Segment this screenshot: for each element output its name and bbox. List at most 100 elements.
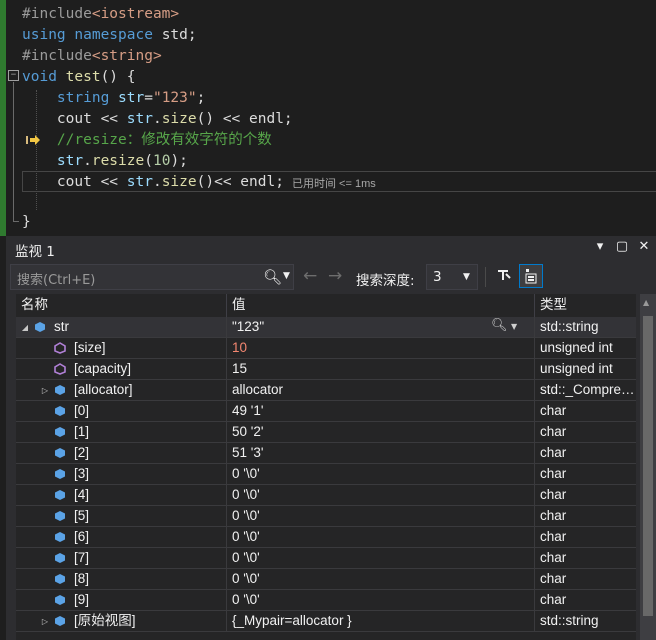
watch-name: [6] bbox=[74, 529, 90, 544]
scroll-up-icon[interactable]: ▲ bbox=[643, 298, 649, 307]
code-token: ; bbox=[196, 90, 206, 106]
code-line[interactable]: #include<string> bbox=[22, 46, 162, 67]
search-input[interactable]: 搜索(Ctrl+E) 🔍︎ ▼ bbox=[10, 264, 294, 290]
watch-name: [1] bbox=[74, 424, 90, 439]
cell-divider bbox=[226, 422, 227, 443]
cell-divider bbox=[534, 464, 535, 485]
vertical-scrollbar[interactable]: ▲ bbox=[640, 294, 656, 640]
chevron-down-icon: ▼ bbox=[463, 272, 470, 282]
search-icon[interactable]: 🔍︎ bbox=[263, 268, 282, 286]
code-line[interactable]: str.resize(10); bbox=[22, 151, 188, 172]
collapse-toggle-icon[interactable]: − bbox=[8, 70, 19, 81]
code-token: test bbox=[65, 69, 101, 85]
code-token: str bbox=[118, 90, 145, 106]
watch-value[interactable]: 10 bbox=[232, 338, 482, 359]
watch-name: [size] bbox=[74, 340, 106, 355]
watch-value[interactable]: 51 '3' bbox=[232, 443, 482, 464]
expand-arrow-icon[interactable]: ▷ bbox=[40, 611, 50, 632]
code-token: namespace bbox=[74, 27, 162, 43]
cell-divider bbox=[226, 569, 227, 590]
column-header-name[interactable]: 名称 bbox=[16, 294, 221, 317]
watch-row[interactable]: [6] 0 '\0' char bbox=[16, 527, 636, 548]
watch-row[interactable]: [3] 0 '\0' char bbox=[16, 464, 636, 485]
code-line[interactable]: } bbox=[22, 212, 31, 233]
watch-value[interactable]: 15 bbox=[232, 359, 482, 380]
watch-titlebar[interactable]: 监视 1 ▾ ▢ ✕ bbox=[6, 236, 656, 260]
view-raw-structure-icon[interactable] bbox=[519, 264, 543, 288]
search-previous-icon[interactable]: ← bbox=[303, 266, 317, 286]
code-token: <string> bbox=[91, 48, 162, 64]
watch-value[interactable]: 0 '\0' bbox=[232, 485, 482, 506]
watch-type: std::_Compre… bbox=[540, 382, 634, 397]
code-token: cout bbox=[22, 111, 101, 127]
watch-row[interactable]: ◢ str "123" 🔍︎ ▼ std::string bbox=[16, 317, 636, 338]
code-editor[interactable]: − #include<iostream> using namespace std;… bbox=[0, 0, 656, 236]
watch-value[interactable]: "123" bbox=[232, 317, 482, 338]
cell-divider bbox=[226, 506, 227, 527]
close-icon[interactable]: ✕ bbox=[636, 239, 652, 254]
code-token: "123" bbox=[152, 90, 197, 106]
watch-value[interactable]: 49 '1' bbox=[232, 401, 482, 422]
watch-row[interactable]: ▷ [原始视图] {_Mypair=allocator } std::string bbox=[16, 611, 636, 632]
watch-value[interactable]: 0 '\0' bbox=[232, 569, 482, 590]
cell-divider bbox=[226, 359, 227, 380]
cell-divider bbox=[534, 590, 535, 611]
pin-source-icon[interactable] bbox=[492, 264, 516, 288]
watch-row[interactable]: ▷ [allocator] allocator std::_Compre… bbox=[16, 380, 636, 401]
cell-divider bbox=[226, 443, 227, 464]
code-line[interactable]: cout << str.size()<< endl; bbox=[22, 172, 284, 193]
watch-row[interactable]: [2] 51 '3' char bbox=[16, 443, 636, 464]
scrollbar-thumb[interactable] bbox=[643, 316, 653, 616]
watch-row[interactable]: [9] 0 '\0' char bbox=[16, 590, 636, 611]
watch-value[interactable]: 0 '\0' bbox=[232, 527, 482, 548]
watch-row[interactable]: [0] 49 '1' char bbox=[16, 401, 636, 422]
window-position-dropdown-icon[interactable]: ▾ bbox=[592, 239, 608, 254]
code-line[interactable]: #include<iostream> bbox=[22, 4, 179, 25]
maximize-icon[interactable]: ▢ bbox=[614, 239, 630, 254]
watch-row[interactable]: [size] 10 unsigned int bbox=[16, 338, 636, 359]
code-line[interactable]: //resize：修改有效字符的个数 bbox=[22, 130, 272, 151]
field-icon bbox=[55, 553, 65, 563]
code-line[interactable]: string str="123"; bbox=[22, 88, 205, 109]
watch-type: unsigned int bbox=[540, 361, 613, 376]
column-header-value[interactable]: 值 bbox=[227, 294, 522, 317]
cell-divider bbox=[534, 338, 535, 359]
watch-name: [8] bbox=[74, 571, 90, 586]
cell-divider bbox=[226, 401, 227, 422]
watch-type: std::string bbox=[540, 613, 599, 628]
text-visualizer-search-icon[interactable]: 🔍︎ bbox=[491, 318, 508, 333]
watch-name: [0] bbox=[74, 403, 90, 418]
watch-value[interactable]: 0 '\0' bbox=[232, 548, 482, 569]
watch-value[interactable]: 0 '\0' bbox=[232, 506, 482, 527]
visualizer-dropdown-icon[interactable]: ▼ bbox=[511, 322, 517, 331]
search-depth-select[interactable]: 3 ▼ bbox=[426, 264, 478, 290]
cell-divider bbox=[534, 380, 535, 401]
watch-row[interactable]: [7] 0 '\0' char bbox=[16, 548, 636, 569]
watch-grid[interactable]: 名称 值 类型 ◢ str "123" 🔍︎ ▼ std::string [size] 10 u… bbox=[16, 294, 636, 640]
watch-window: 监视 1 ▾ ▢ ✕ 搜索(Ctrl+E) 🔍︎ ▼ ← → 搜索深度: 3 ▼… bbox=[6, 236, 656, 640]
code-token: . bbox=[152, 111, 162, 127]
watch-row[interactable]: [capacity] 15 unsigned int bbox=[16, 359, 636, 380]
code-token: using bbox=[22, 27, 75, 43]
column-header-type[interactable]: 类型 bbox=[535, 294, 636, 317]
watch-row[interactable]: [5] 0 '\0' char bbox=[16, 506, 636, 527]
cell-divider bbox=[534, 548, 535, 569]
watch-value[interactable]: allocator bbox=[232, 380, 482, 401]
watch-value[interactable]: 0 '\0' bbox=[232, 590, 482, 611]
watch-value[interactable]: 50 '2' bbox=[232, 422, 482, 443]
code-line[interactable]: void test() { bbox=[22, 67, 136, 88]
code-line[interactable]: cout << str.size() << endl; bbox=[22, 109, 293, 130]
collapse-arrow-icon[interactable]: ◢ bbox=[20, 317, 30, 338]
watch-value[interactable]: 0 '\0' bbox=[232, 464, 482, 485]
watch-row[interactable]: [1] 50 '2' char bbox=[16, 422, 636, 443]
watch-row[interactable]: [4] 0 '\0' char bbox=[16, 485, 636, 506]
code-line[interactable]: using namespace std; bbox=[22, 25, 197, 46]
watch-value[interactable]: {_Mypair=allocator } bbox=[232, 611, 482, 632]
search-next-icon[interactable]: → bbox=[328, 266, 342, 286]
code-token: #include bbox=[22, 6, 92, 22]
search-options-dropdown-icon[interactable]: ▼ bbox=[283, 271, 290, 281]
watch-type: char bbox=[540, 487, 567, 502]
cell-divider bbox=[534, 422, 535, 443]
expand-arrow-icon[interactable]: ▷ bbox=[40, 380, 50, 401]
watch-row[interactable]: [8] 0 '\0' char bbox=[16, 569, 636, 590]
